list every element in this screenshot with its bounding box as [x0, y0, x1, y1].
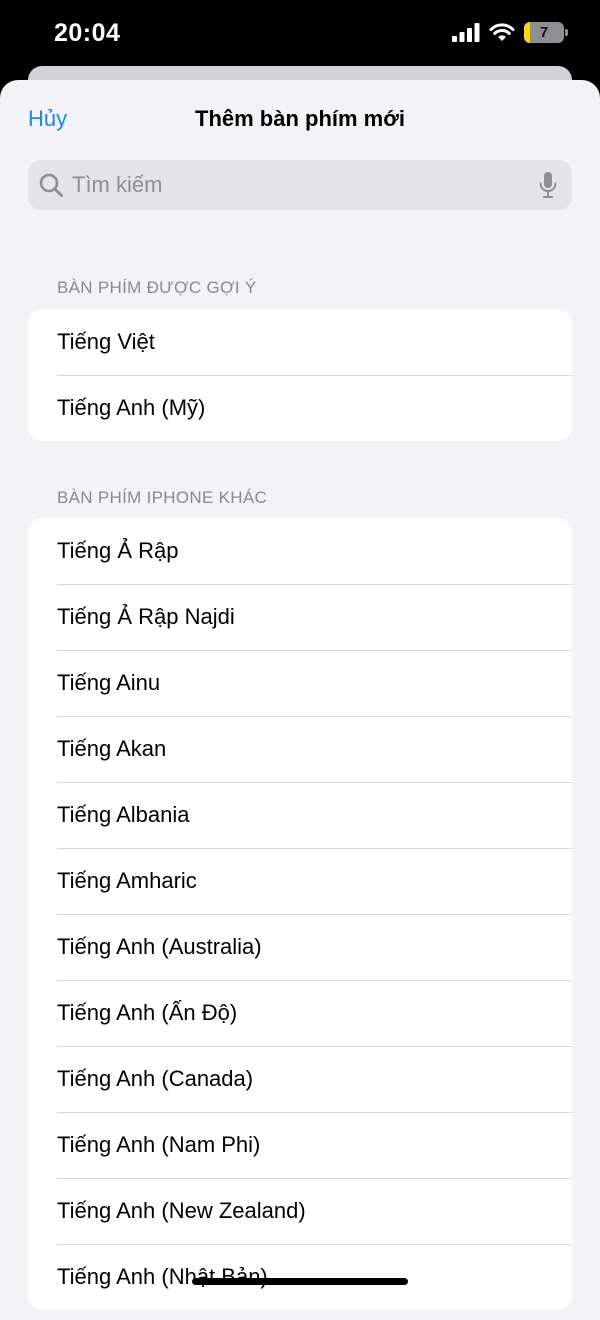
cancel-button[interactable]: Hủy [28, 106, 67, 132]
page-title: Thêm bàn phím mới [195, 106, 405, 131]
keyboard-item-arabic[interactable]: Tiếng Ả Rập [28, 518, 572, 584]
battery-level: 7 [539, 24, 549, 41]
keyboard-item-arabic-najdi[interactable]: Tiếng Ả Rập Najdi [28, 584, 572, 650]
keyboard-item-english-japan[interactable]: Tiếng Anh (Nhật Bản) [28, 1244, 572, 1310]
status-bar: 20:04 7 [0, 0, 600, 70]
suggested-keyboards-list: Tiếng Việt Tiếng Anh (Mỹ) [28, 309, 572, 441]
keyboard-item-vietnamese[interactable]: Tiếng Việt [28, 309, 572, 375]
section-header-suggested: BÀN PHÍM ĐƯỢC GỢI Ý [57, 278, 257, 297]
search-icon [39, 173, 63, 197]
keyboard-item-ainu[interactable]: Tiếng Ainu [28, 650, 572, 716]
keyboard-item-english-india[interactable]: Tiếng Anh (Ấn Độ) [28, 980, 572, 1046]
keyboard-item-english-new-zealand[interactable]: Tiếng Anh (New Zealand) [28, 1178, 572, 1244]
keyboard-item-albanian[interactable]: Tiếng Albania [28, 782, 572, 848]
section-header-other: BÀN PHÍM IPHONE KHÁC [57, 488, 268, 507]
microphone-icon[interactable] [538, 171, 558, 199]
keyboard-item-english-canada[interactable]: Tiếng Anh (Canada) [28, 1046, 572, 1112]
keyboard-item-amharic[interactable]: Tiếng Amharic [28, 848, 572, 914]
battery-icon: 7 [524, 22, 568, 43]
keyboard-item-english-australia[interactable]: Tiếng Anh (Australia) [28, 914, 572, 980]
wifi-icon [489, 23, 515, 41]
keyboard-item-akan[interactable]: Tiếng Akan [28, 716, 572, 782]
search-input[interactable] [72, 160, 512, 210]
add-keyboard-sheet: Thêm bàn phím mới Hủy BÀN PHÍM ĐƯỢC GỢI … [0, 80, 600, 1320]
search-bar[interactable] [28, 160, 572, 210]
other-keyboards-list: Tiếng Ả Rập Tiếng Ả Rập Najdi Tiếng Ainu… [28, 518, 572, 1310]
status-time: 20:04 [54, 19, 121, 47]
keyboard-item-english-south-africa[interactable]: Tiếng Anh (Nam Phi) [28, 1112, 572, 1178]
cellular-signal-icon [452, 23, 480, 42]
status-icons: 7 [452, 22, 568, 43]
keyboard-item-english-us[interactable]: Tiếng Anh (Mỹ) [28, 375, 572, 441]
home-indicator[interactable] [192, 1278, 408, 1285]
